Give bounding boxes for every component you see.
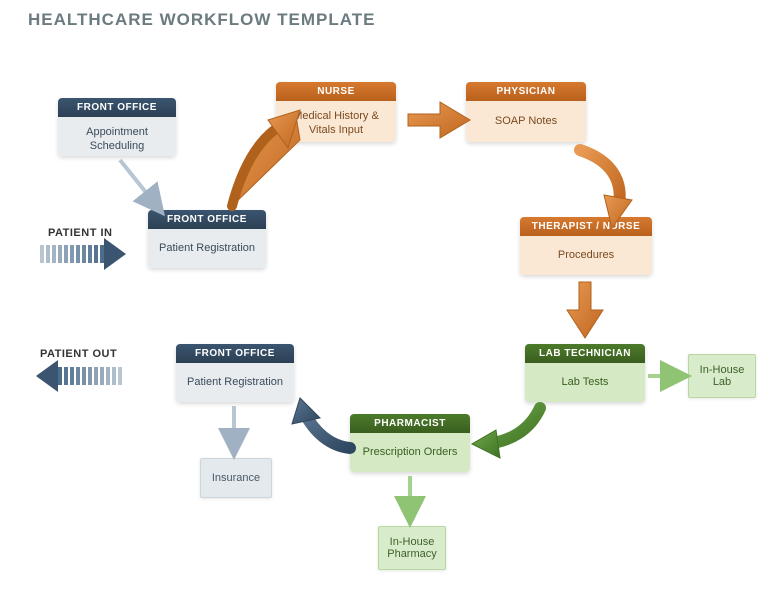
- node-header: FRONT OFFICE: [176, 344, 294, 363]
- node-front-office-2: FRONT OFFICE Patient Registration: [148, 210, 266, 268]
- node-front-office-3: FRONT OFFICE Patient Registration: [176, 344, 294, 402]
- node-header: THERAPIST / NURSE: [520, 217, 652, 236]
- page-title: HEALTHCARE WORKFLOW TEMPLATE: [28, 10, 376, 30]
- node-therapist: THERAPIST / NURSE Procedures: [520, 217, 652, 275]
- box-insurance: Insurance: [200, 458, 272, 498]
- node-header: LAB TECHNICIAN: [525, 344, 645, 363]
- box-in-house-lab: In-House Lab: [688, 354, 756, 398]
- node-body: Appointment Scheduling: [58, 117, 176, 156]
- label-patient-out: PATIENT OUT: [40, 348, 117, 360]
- box-in-house-pharmacy: In-House Pharmacy: [378, 526, 446, 570]
- node-front-office-1: FRONT OFFICE Appointment Scheduling: [58, 98, 176, 156]
- arrow-patient-out: [28, 360, 122, 392]
- node-body: Procedures: [520, 236, 652, 275]
- node-body: Lab Tests: [525, 363, 645, 402]
- node-physician: PHYSICIAN SOAP Notes: [466, 82, 586, 142]
- node-body: Medical History & Vitals Input: [276, 101, 396, 142]
- node-body: SOAP Notes: [466, 101, 586, 142]
- node-header: NURSE: [276, 82, 396, 101]
- arrow-patient-in: [40, 238, 134, 270]
- node-header: FRONT OFFICE: [58, 98, 176, 117]
- node-body: Prescription Orders: [350, 433, 470, 472]
- node-header: PHARMACIST: [350, 414, 470, 433]
- node-body: Patient Registration: [176, 363, 294, 402]
- node-body: Patient Registration: [148, 229, 266, 268]
- node-header: FRONT OFFICE: [148, 210, 266, 229]
- node-lab-tech: LAB TECHNICIAN Lab Tests: [525, 344, 645, 402]
- node-header: PHYSICIAN: [466, 82, 586, 101]
- node-pharmacist: PHARMACIST Prescription Orders: [350, 414, 470, 472]
- node-nurse: NURSE Medical History & Vitals Input: [276, 82, 396, 142]
